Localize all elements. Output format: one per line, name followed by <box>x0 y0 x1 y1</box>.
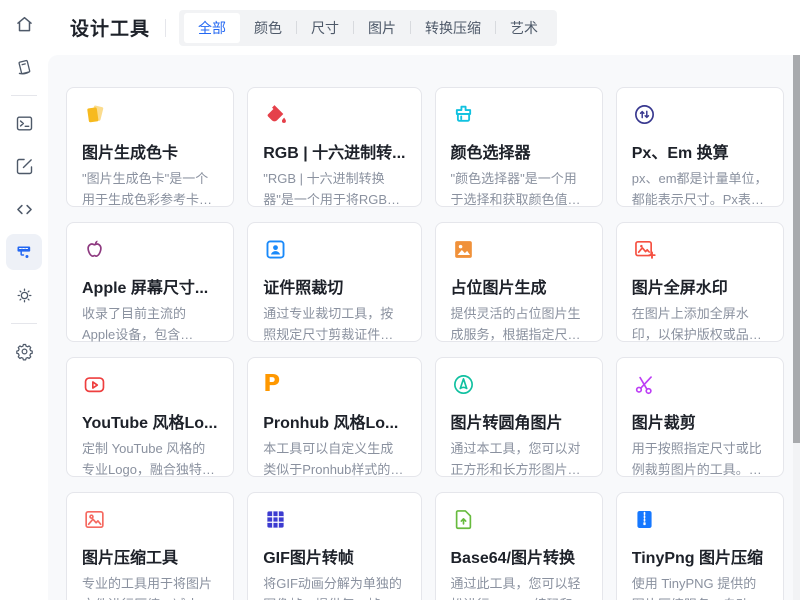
tool-description: 提供灵活的占位图片生成服务，根据指定尺寸、颜色... <box>451 304 587 346</box>
tool-title: TinyPng 图片压缩 <box>632 544 768 568</box>
apple-icon <box>82 236 218 262</box>
terminal-icon <box>14 113 35 134</box>
tool-description: 在图片上添加全屏水印，以保护版权或品牌标识。水... <box>632 304 768 346</box>
zip-file-icon <box>632 506 768 532</box>
category-tab[interactable]: 艺术 <box>496 13 552 43</box>
category-tab[interactable]: 转换压缩 <box>411 13 495 43</box>
tool-card[interactable]: 占位图片生成 提供灵活的占位图片生成服务，根据指定尺寸、颜色... <box>435 222 603 342</box>
code-icon <box>14 199 35 220</box>
scissors-icon <box>632 371 768 397</box>
tool-description: 使用 TinyPNG 提供的图片压缩服务，自动减小图像... <box>632 574 768 600</box>
category-tab[interactable]: 全部 <box>184 13 240 43</box>
nav-arrow-circle-icon <box>451 371 587 397</box>
sidebar-item-terminal[interactable] <box>6 105 42 141</box>
tool-title: 图片生成色卡 <box>82 139 218 163</box>
tool-card[interactable]: 颜色选择器 "颜色选择器"是一个用于选择和获取颜色值的工具。... <box>435 87 603 207</box>
letter-p-icon: P <box>263 371 405 397</box>
paint-roller-icon <box>14 242 35 263</box>
tool-card[interactable]: Px、Em 换算 px、em都是计量单位，都能表示尺寸。Px表示"绝... <box>616 87 784 207</box>
tool-title: 图片全屏水印 <box>632 274 768 298</box>
tool-card[interactable]: 图片生成色卡 "图片生成色卡"是一个用于生成色彩参考卡的工具。... <box>66 87 234 207</box>
tool-description: 通过本工具，您可以对正方形和长方形图片进行圆角... <box>451 439 587 481</box>
tool-title: 图片压缩工具 <box>82 544 218 568</box>
tool-title: Apple 屏幕尺寸... <box>82 274 218 298</box>
tools-panel: 图片生成色卡 "图片生成色卡"是一个用于生成色彩参考卡的工具。... RGB |… <box>48 55 800 600</box>
tool-card[interactable]: 图片全屏水印 在图片上添加全屏水印，以保护版权或品牌标识。水... <box>616 222 784 342</box>
tool-description: 定制 YouTube 风格的专业Logo，融合独特设计元... <box>82 439 218 481</box>
sidebar-item-code[interactable] <box>6 191 42 227</box>
file-upload-icon <box>451 506 587 532</box>
tool-description: 通过此工具，您可以轻松进行Base64编码和解码，实... <box>451 574 587 600</box>
tool-title: 图片裁剪 <box>632 409 768 433</box>
arrows-updown-circle-icon <box>632 101 768 127</box>
tool-card[interactable]: P Pronhub 风格Lo... 本工具可以自定义生成类似于Pronhub样式… <box>247 357 421 477</box>
title-divider <box>165 19 166 37</box>
sidebar <box>0 0 48 600</box>
category-tab[interactable]: 尺寸 <box>297 13 353 43</box>
tool-description: "颜色选择器"是一个用于选择和获取颜色值的工具。... <box>451 169 587 211</box>
sidebar-item-settings[interactable] <box>6 333 42 369</box>
tool-card[interactable]: Base64/图片转换 通过此工具，您可以轻松进行Base64编码和解码，实..… <box>435 492 603 600</box>
tool-description: 用于按照指定尺寸或比例裁剪图片的工具。提供简便... <box>632 439 768 481</box>
image-filled-icon <box>451 236 587 262</box>
sidebar-divider <box>11 323 37 324</box>
app-header: 设计工具 全部颜色尺寸图片转换压缩艺术 <box>48 0 800 55</box>
frames-grid-icon <box>263 506 405 532</box>
tool-description: "图片生成色卡"是一个用于生成色彩参考卡的工具。... <box>82 169 218 211</box>
tool-description: 通过专业裁切工具，按照规定尺寸剪裁证件照，确保... <box>263 304 405 346</box>
tool-card[interactable]: 图片压缩工具 专业的工具用于将图片文件进行压缩，减小文件大小... <box>66 492 234 600</box>
tool-description: 本工具可以自定义生成类似于Pronhub样式的Logo，... <box>263 439 405 481</box>
home-icon <box>14 14 35 35</box>
tool-title: 颜色选择器 <box>451 139 587 163</box>
category-tab[interactable]: 图片 <box>354 13 410 43</box>
page-title: 设计工具 <box>70 14 150 41</box>
scrollbar[interactable] <box>793 55 800 600</box>
tool-card[interactable]: 图片裁剪 用于按照指定尺寸或比例裁剪图片的工具。提供简便... <box>616 357 784 477</box>
tool-title: 图片转圆角图片 <box>451 409 587 433</box>
id-photo-icon <box>263 236 405 262</box>
gear-icon <box>14 341 35 362</box>
notebook-icon <box>14 57 35 78</box>
sidebar-divider <box>11 95 37 96</box>
edit-icon <box>14 156 35 177</box>
tool-card[interactable]: 图片转圆角图片 通过本工具，您可以对正方形和长方形图片进行圆角... <box>435 357 603 477</box>
sidebar-item-notebook[interactable] <box>6 49 42 85</box>
tool-title: RGB | 十六进制转... <box>263 139 405 163</box>
tool-card[interactable]: GIF图片转帧 将GIF动画分解为单独的图像帧。提供每一帧的输出... <box>247 492 421 600</box>
tool-title: Px、Em 换算 <box>632 139 768 163</box>
tool-description: "RGB | 十六进制转换器"是一个用于将RGB颜色值和... <box>263 169 405 211</box>
tool-description: 专业的工具用于将图片文件进行压缩，减小文件大小... <box>82 574 218 600</box>
tool-card[interactable]: YouTube 风格Lo... 定制 YouTube 风格的专业Logo，融合独… <box>66 357 234 477</box>
sun-icon <box>14 285 35 306</box>
tools-grid: 图片生成色卡 "图片生成色卡"是一个用于生成色彩参考卡的工具。... RGB |… <box>66 87 784 600</box>
youtube-icon <box>82 371 218 397</box>
category-tab[interactable]: 颜色 <box>240 13 296 43</box>
tool-title: 占位图片生成 <box>451 274 587 298</box>
tool-title: GIF图片转帧 <box>263 544 405 568</box>
tool-card[interactable]: 证件照裁切 通过专业裁切工具，按照规定尺寸剪裁证件照，确保... <box>247 222 421 342</box>
image-outline-icon <box>82 506 218 532</box>
tool-title: YouTube 风格Lo... <box>82 409 218 433</box>
tool-description: px、em都是计量单位，都能表示尺寸。Px表示"绝... <box>632 169 768 211</box>
sidebar-item-theme[interactable] <box>6 277 42 313</box>
tool-title: Pronhub 风格Lo... <box>263 409 405 433</box>
image-plus-icon <box>632 236 768 262</box>
paint-brush-icon <box>451 101 587 127</box>
tool-description: 收录了目前主流的Apple设备，包含iMac、... <box>82 304 218 346</box>
tool-card[interactable]: Apple 屏幕尺寸... 收录了目前主流的Apple设备，包含iMac、... <box>66 222 234 342</box>
category-tabbar: 全部颜色尺寸图片转换压缩艺术 <box>179 10 557 46</box>
color-cards-icon <box>82 101 218 127</box>
sidebar-item-design-tools[interactable] <box>6 234 42 270</box>
tool-card[interactable]: RGB | 十六进制转... "RGB | 十六进制转换器"是一个用于将RGB颜… <box>247 87 421 207</box>
sidebar-item-home[interactable] <box>6 6 42 42</box>
tool-description: 将GIF动画分解为单独的图像帧。提供每一帧的输出... <box>263 574 405 600</box>
tool-title: 证件照裁切 <box>263 274 405 298</box>
paint-bucket-icon <box>263 101 405 127</box>
tool-title: Base64/图片转换 <box>451 544 587 568</box>
tool-card[interactable]: TinyPng 图片压缩 使用 TinyPNG 提供的图片压缩服务，自动减小图像… <box>616 492 784 600</box>
sidebar-item-editor[interactable] <box>6 148 42 184</box>
scrollbar-thumb[interactable] <box>793 55 800 443</box>
